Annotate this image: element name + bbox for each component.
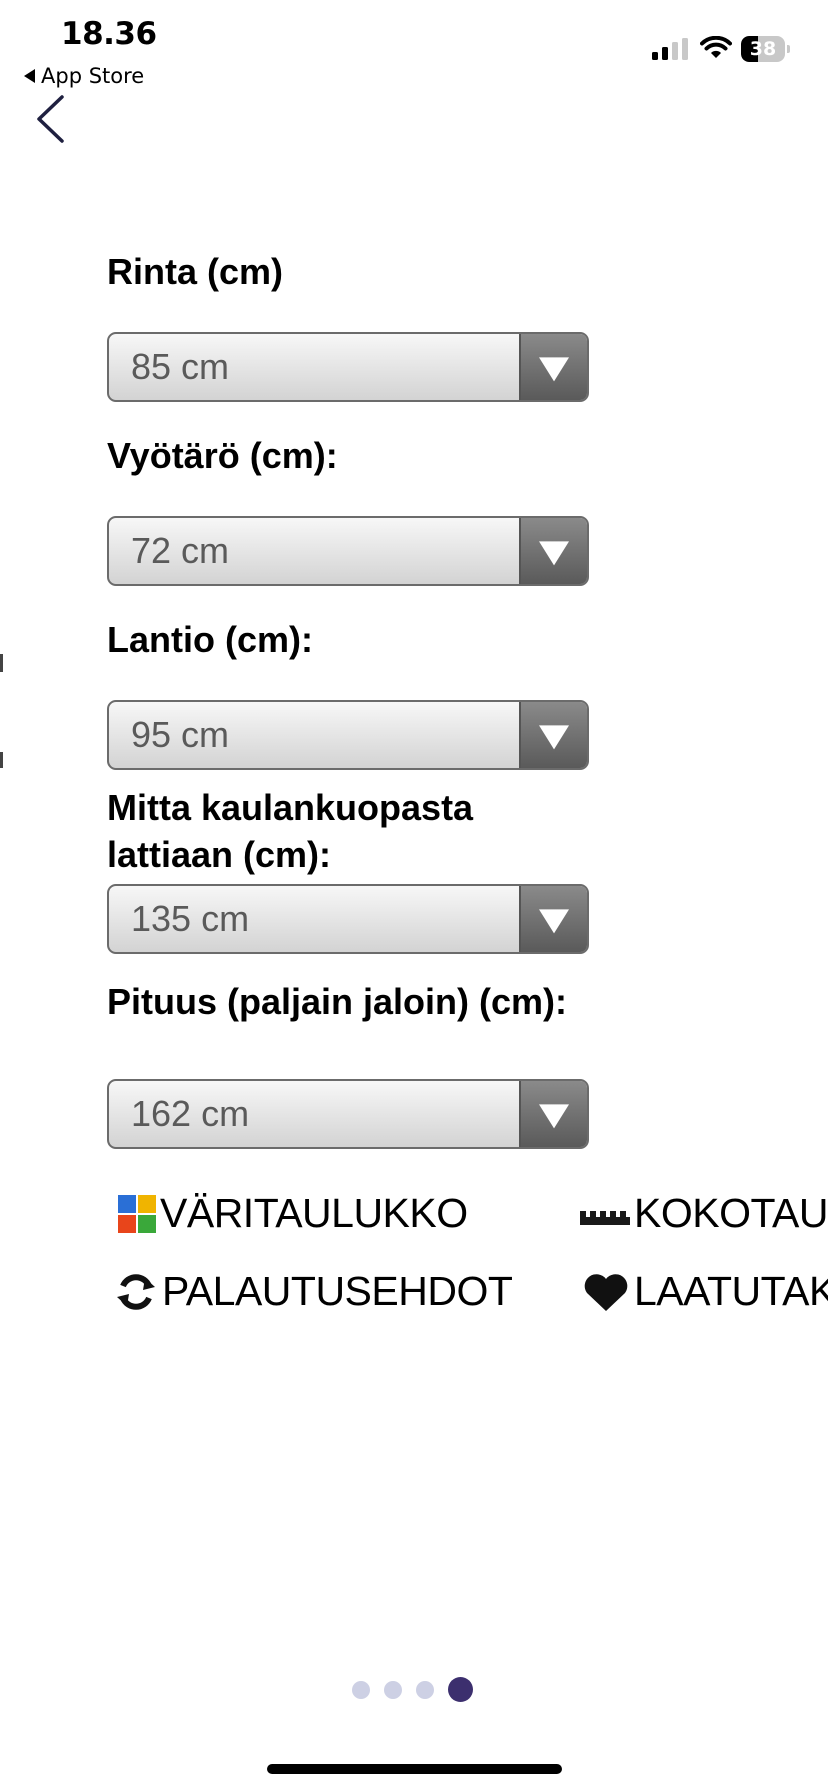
chest-select[interactable]: 85 cm (107, 332, 589, 402)
quality-link[interactable]: LAATUTAK (582, 1268, 828, 1315)
hip-value: 95 cm (131, 714, 230, 755)
page-dot[interactable] (384, 1680, 402, 1699)
color-chart-label: VÄRITAULUKKO (160, 1190, 468, 1236)
height-value: 162 cm (131, 1093, 250, 1134)
page-dot-active[interactable] (448, 1677, 473, 1702)
chest-value: 85 cm (131, 346, 230, 387)
neck-to-floor-label-line1: Mitta kaulankuopasta (107, 787, 474, 828)
waist-value: 72 cm (131, 530, 230, 571)
size-chart-label: KOKOTAU (634, 1190, 828, 1236)
battery-level: 38 (749, 38, 777, 60)
dropdown-arrow-icon (519, 886, 587, 952)
neck-to-floor-value: 135 cm (131, 898, 250, 939)
page-dot[interactable] (416, 1680, 434, 1699)
home-indicator (267, 1764, 562, 1774)
size-chart-link[interactable]: KOKOTAU (580, 1190, 828, 1237)
battery-icon: 38 (741, 36, 791, 62)
edge-fragment (0, 752, 3, 768)
height-label: Pituus (paljain jaloin) (cm): (107, 981, 568, 1022)
hip-label: Lantio (cm): (107, 619, 313, 660)
color-chart-link[interactable]: VÄRITAULUKKO (118, 1190, 468, 1237)
neck-to-floor-select[interactable]: 135 cm (107, 884, 589, 954)
chevron-left-icon[interactable] (34, 94, 68, 144)
ruler-icon (580, 1210, 630, 1225)
heart-icon (584, 1273, 628, 1311)
returns-label: PALAUTUSEHDOT (162, 1268, 513, 1314)
cellular-signal-icon (652, 38, 688, 60)
dropdown-arrow-icon (519, 1081, 587, 1147)
refresh-arrows-icon (117, 1273, 155, 1310)
returns-link[interactable]: PALAUTUSEHDOT (114, 1268, 513, 1315)
chest-label: Rinta (cm) (107, 251, 284, 292)
status-time: 18.36 (61, 16, 157, 52)
dropdown-arrow-icon (519, 702, 587, 768)
back-to-app-store[interactable]: App Store (24, 64, 144, 88)
color-grid-icon (118, 1194, 156, 1233)
page-dot[interactable] (352, 1680, 370, 1699)
dropdown-arrow-icon (519, 518, 587, 584)
edge-fragment (0, 654, 3, 672)
back-app-label: App Store (41, 64, 145, 88)
height-select[interactable]: 162 cm (107, 1079, 589, 1149)
waist-select[interactable]: 72 cm (107, 516, 589, 586)
quality-label: LAATUTAK (634, 1268, 828, 1314)
neck-to-floor-label: Mitta kaulankuopasta lattiaan (cm): (107, 784, 473, 878)
page-indicator (352, 1677, 473, 1702)
neck-to-floor-label-line2: lattiaan (cm): (107, 834, 332, 875)
dropdown-arrow-icon (519, 334, 587, 400)
wifi-icon (700, 36, 732, 58)
hip-select[interactable]: 95 cm (107, 700, 589, 770)
back-triangle-icon (24, 69, 35, 83)
waist-label: Vyötärö (cm): (107, 435, 338, 476)
